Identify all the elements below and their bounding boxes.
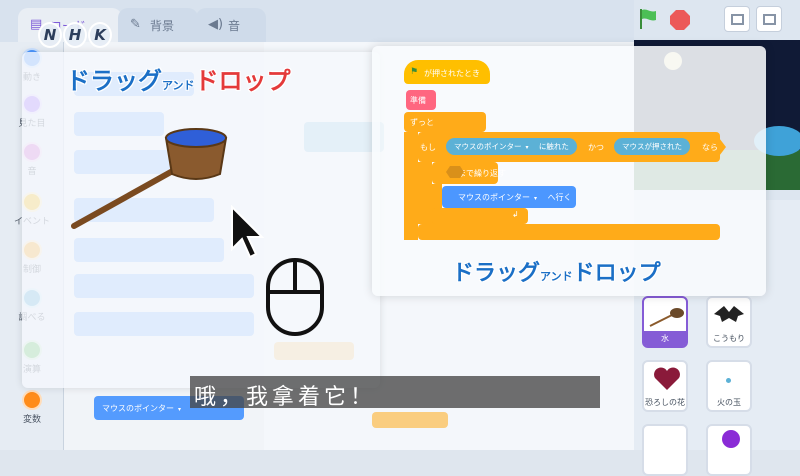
- bat-icon: [714, 306, 744, 322]
- forever-arm: [404, 132, 418, 240]
- title-drop: ドロップ: [194, 67, 291, 96]
- green-flag-icon: ⚑: [410, 67, 419, 77]
- prepare-block[interactable]: 準備: [406, 90, 436, 110]
- then-label: なら: [702, 143, 718, 152]
- large-stage-icon: [763, 14, 776, 25]
- block-label: マウスのポインター: [458, 193, 530, 202]
- script-block[interactable]: [372, 412, 448, 428]
- nhk-logo: N H K: [38, 22, 112, 50]
- ladle-icon: [71, 128, 228, 229]
- speaker-icon: ◀): [208, 17, 224, 32]
- palette-block-label: マウスのポインター: [102, 404, 174, 413]
- sprite-tile[interactable]: [706, 424, 752, 476]
- and-label: かつ: [588, 143, 604, 152]
- sprite-name: こうもり: [713, 334, 745, 343]
- large-stage-button[interactable]: [756, 6, 782, 32]
- brush-icon: ✎: [130, 17, 141, 32]
- sprite-tile-fireball[interactable]: 火の玉: [706, 360, 752, 412]
- dropdown-arrow-icon: ▾: [534, 195, 538, 202]
- category-variables[interactable]: 変数: [14, 390, 50, 425]
- tab-backdrops-label: 背景: [150, 19, 175, 33]
- go-to-mouse-pointer-block[interactable]: マウスのポインター ▾ へ行く: [442, 186, 576, 208]
- small-stage-icon: [731, 14, 744, 25]
- category-label: 変数: [22, 415, 41, 425]
- title-drag: ドラッグ: [451, 261, 541, 287]
- block-label: に触れた: [538, 142, 569, 151]
- title-drag: ドラッグ: [66, 67, 163, 96]
- title-drop: ドロップ: [572, 261, 661, 287]
- tab-sounds-label: 音: [228, 19, 241, 33]
- repeat-until-block[interactable]: まで繰り返す: [432, 162, 506, 184]
- dropdown-arrow-icon: ▾: [525, 144, 529, 151]
- drag-and-drop-title-2: ドラッグアンドドロップ: [451, 255, 661, 287]
- spiky-sprite-icon: [722, 430, 740, 448]
- sprite-name: 恐ろしの花: [645, 398, 685, 407]
- sprite-tile[interactable]: [642, 424, 688, 476]
- repeat-end: ↲: [432, 208, 528, 224]
- subtitle-bar: 哦，我拿着它！: [190, 376, 600, 410]
- category-dot: [22, 390, 42, 410]
- block-label: が押されたとき: [424, 69, 480, 78]
- title-and: アンド: [162, 79, 196, 93]
- sprite-tile-flower[interactable]: 恐ろしの花: [642, 360, 688, 412]
- drag-and-drop-title: ドラッグアンドドロップ: [66, 61, 292, 96]
- logo-letter: K: [88, 22, 112, 48]
- green-flag-icon[interactable]: [638, 8, 658, 30]
- if-arm: [418, 162, 432, 224]
- computer-mouse-icon: [266, 258, 324, 336]
- sprite-name: 水: [644, 331, 686, 346]
- logo-letter: N: [38, 22, 62, 48]
- sprite-name: 火の玉: [717, 398, 741, 407]
- block-label: マウスのポインター: [454, 142, 522, 151]
- block-label: ずっと: [410, 118, 434, 127]
- block-label: まで繰り返す: [458, 169, 506, 178]
- subtitle-text: 哦，我拿着它！: [194, 385, 377, 410]
- touching-block[interactable]: マウスのポインター ▾ に触れた: [446, 138, 577, 155]
- sprite-tile-water[interactable]: 水: [642, 296, 688, 348]
- tab-sounds[interactable]: ◀) 音: [196, 8, 266, 42]
- block-label: もし: [420, 143, 436, 152]
- small-stage-button[interactable]: [724, 6, 750, 32]
- dropdown-arrow-icon: ▾: [178, 406, 182, 413]
- block-label: マウスが押された: [622, 142, 682, 151]
- stop-icon[interactable]: [670, 10, 690, 30]
- mouse-cursor-icon: [231, 205, 265, 259]
- logo-letter: H: [63, 22, 87, 48]
- mouse-down-block[interactable]: マウスが押された: [614, 138, 690, 155]
- if-end: [418, 224, 720, 240]
- block-label: へ行く: [547, 193, 572, 202]
- title-and: アンド: [540, 270, 574, 284]
- sprite-tile-bat[interactable]: こうもり: [706, 296, 752, 348]
- heart-icon: [654, 367, 680, 390]
- ladle-icon: [649, 308, 684, 327]
- when-flag-clicked-block[interactable]: ⚑ が押されたとき: [404, 60, 490, 84]
- block-label: 準備: [410, 96, 426, 105]
- tab-backdrops[interactable]: ✎ 背景: [118, 8, 198, 42]
- fireball-icon: [726, 378, 731, 383]
- forever-block[interactable]: ずっと: [404, 112, 486, 132]
